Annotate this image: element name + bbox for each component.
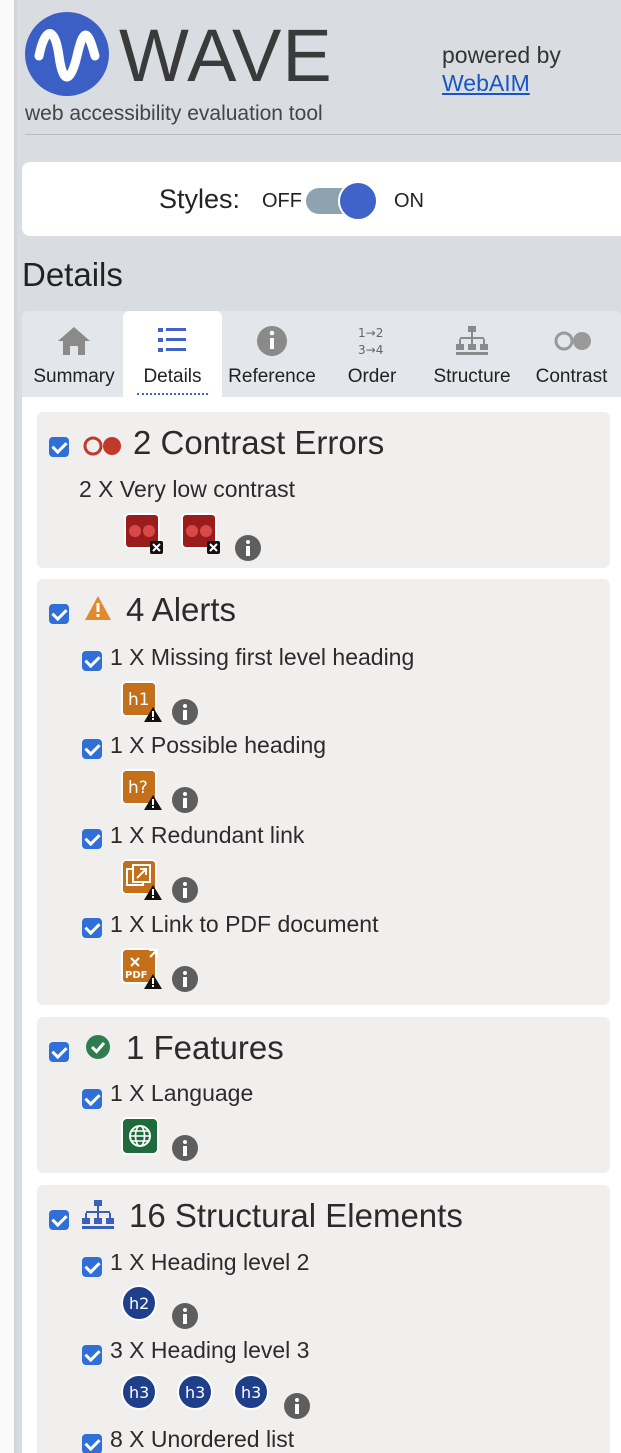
details-content: 2 Contrast Errors 2 X Very low contrast … bbox=[22, 397, 621, 1453]
svg-text:3→4: 3→4 bbox=[358, 343, 383, 357]
tab-order[interactable]: 1→2 3→4 Order bbox=[322, 311, 422, 397]
styles-toggle-card: Styles: OFF ON bbox=[22, 162, 621, 236]
info-icon bbox=[222, 325, 322, 357]
alert-item-checkbox[interactable] bbox=[82, 651, 102, 671]
info-icon[interactable] bbox=[172, 1135, 198, 1161]
alerts-title: 4 Alerts bbox=[126, 591, 237, 628]
toggle-on-label: ON bbox=[394, 190, 424, 212]
toggle-off-label: OFF bbox=[262, 190, 302, 212]
structural-elements-section: 16 Structural Elements 1 X Heading level… bbox=[37, 1185, 610, 1453]
missing-h1-badge[interactable]: h1 bbox=[121, 681, 162, 722]
structure-section-icon bbox=[81, 1199, 115, 1236]
svg-text:h3: h3 bbox=[185, 1383, 205, 1402]
tab-details[interactable]: Details bbox=[123, 311, 222, 397]
features-title: 1 Features bbox=[126, 1029, 284, 1066]
features-checkbox[interactable] bbox=[49, 1042, 69, 1062]
panel-heading: Details bbox=[22, 256, 123, 293]
outer-page-edge bbox=[0, 0, 14, 1453]
feature-check-icon bbox=[84, 1033, 112, 1066]
app-tagline: web accessibility evaluation tool bbox=[25, 102, 323, 125]
structure-item-checkbox[interactable] bbox=[82, 1345, 102, 1365]
svg-text:h3: h3 bbox=[241, 1383, 261, 1402]
tab-bar: Summary Details Reference 1→2 3→4 Order … bbox=[22, 311, 621, 397]
alert-item-checkbox[interactable] bbox=[82, 918, 102, 938]
styles-label: Styles: bbox=[159, 184, 241, 214]
info-icon[interactable] bbox=[235, 535, 261, 561]
home-icon bbox=[22, 325, 126, 357]
tab-reference[interactable]: Reference bbox=[222, 311, 322, 397]
contrast-errors-section: 2 Contrast Errors 2 X Very low contrast bbox=[37, 412, 610, 568]
wave-sidebar: WAVE powered by WebAIM web accessibility… bbox=[17, 0, 621, 1453]
tab-structure-label: Structure bbox=[433, 366, 511, 387]
feature-item-checkbox[interactable] bbox=[82, 1089, 102, 1109]
info-icon[interactable] bbox=[284, 1393, 310, 1419]
webaim-link[interactable]: WebAIM bbox=[442, 70, 530, 96]
contrast-error-badge[interactable] bbox=[181, 513, 220, 554]
tab-order-label: Order bbox=[347, 366, 397, 387]
heading-level-2-badge[interactable]: h2 bbox=[121, 1285, 157, 1321]
list-icon bbox=[123, 325, 222, 357]
info-icon[interactable] bbox=[172, 787, 198, 813]
alert-item-checkbox[interactable] bbox=[82, 739, 102, 759]
possible-heading-badge[interactable]: h? bbox=[121, 769, 162, 810]
tab-contrast-label: Contrast bbox=[535, 366, 608, 387]
structure-item-checkbox[interactable] bbox=[82, 1257, 102, 1277]
globe-icon[interactable] bbox=[121, 1117, 159, 1155]
tab-reference-label: Reference bbox=[228, 366, 316, 387]
order-icon: 1→2 3→4 bbox=[322, 325, 422, 357]
heading-level-3-badge[interactable]: h3 bbox=[233, 1374, 269, 1410]
list-item-label: 1 X Heading level 2 bbox=[110, 1249, 310, 1275]
list-item-label: 2 X Very low contrast bbox=[79, 476, 296, 502]
list-item-label: 1 X Language bbox=[110, 1080, 254, 1106]
list-item-label: 1 X Link to PDF document bbox=[110, 911, 379, 937]
wave-logo bbox=[25, 12, 109, 96]
list-item-label: 1 X Possible heading bbox=[110, 732, 327, 758]
heading-level-3-badge[interactable]: h3 bbox=[177, 1374, 213, 1410]
contrast-icon bbox=[522, 325, 621, 357]
alerts-checkbox[interactable] bbox=[49, 604, 69, 624]
svg-text:h2: h2 bbox=[129, 1294, 149, 1313]
contrast-errors-checkbox[interactable] bbox=[49, 437, 69, 457]
alert-icon bbox=[84, 594, 112, 627]
redundant-link-icon[interactable] bbox=[121, 859, 162, 900]
list-item-label: 1 X Missing first level heading bbox=[110, 644, 415, 670]
structure-item-checkbox[interactable] bbox=[82, 1434, 102, 1453]
list-item-label: 8 X Unordered list bbox=[110, 1426, 295, 1452]
tab-structure[interactable]: Structure bbox=[422, 311, 522, 397]
svg-text:PDF: PDF bbox=[125, 970, 147, 981]
list-item-label: 3 X Heading level 3 bbox=[110, 1337, 310, 1363]
svg-text:h?: h? bbox=[128, 778, 148, 798]
heading-level-3-badge[interactable]: h3 bbox=[121, 1374, 157, 1410]
svg-text:h3: h3 bbox=[129, 1383, 149, 1402]
tab-contrast[interactable]: Contrast bbox=[522, 311, 621, 397]
tab-details-label: Details bbox=[123, 366, 222, 395]
info-icon[interactable] bbox=[172, 966, 198, 992]
alert-item-checkbox[interactable] bbox=[82, 829, 102, 849]
info-icon[interactable] bbox=[172, 877, 198, 903]
powered-by-text: powered by bbox=[442, 42, 561, 68]
info-icon[interactable] bbox=[172, 1303, 198, 1329]
pdf-link-badge[interactable]: PDF bbox=[121, 948, 162, 989]
features-section: 1 Features 1 X Language bbox=[37, 1017, 610, 1173]
alerts-section: 4 Alerts 1 X Missing first level heading… bbox=[37, 579, 610, 1005]
info-icon[interactable] bbox=[172, 699, 198, 725]
structure-icon bbox=[422, 325, 522, 357]
svg-text:1→2: 1→2 bbox=[358, 326, 383, 340]
structural-elements-title: 16 Structural Elements bbox=[129, 1197, 463, 1234]
tab-summary-label: Summary bbox=[33, 366, 115, 387]
svg-text:h1: h1 bbox=[128, 690, 150, 710]
contrast-error-icon bbox=[81, 432, 125, 465]
contrast-errors-title: 2 Contrast Errors bbox=[133, 424, 385, 461]
styles-toggle-thumb[interactable] bbox=[338, 181, 378, 221]
tab-summary[interactable]: Summary bbox=[22, 311, 126, 397]
header-divider bbox=[25, 134, 621, 135]
contrast-error-badge[interactable] bbox=[124, 513, 163, 554]
structure-checkbox[interactable] bbox=[49, 1210, 69, 1230]
app-title: WAVE bbox=[119, 14, 333, 97]
list-item-label: 1 X Redundant link bbox=[110, 822, 305, 848]
